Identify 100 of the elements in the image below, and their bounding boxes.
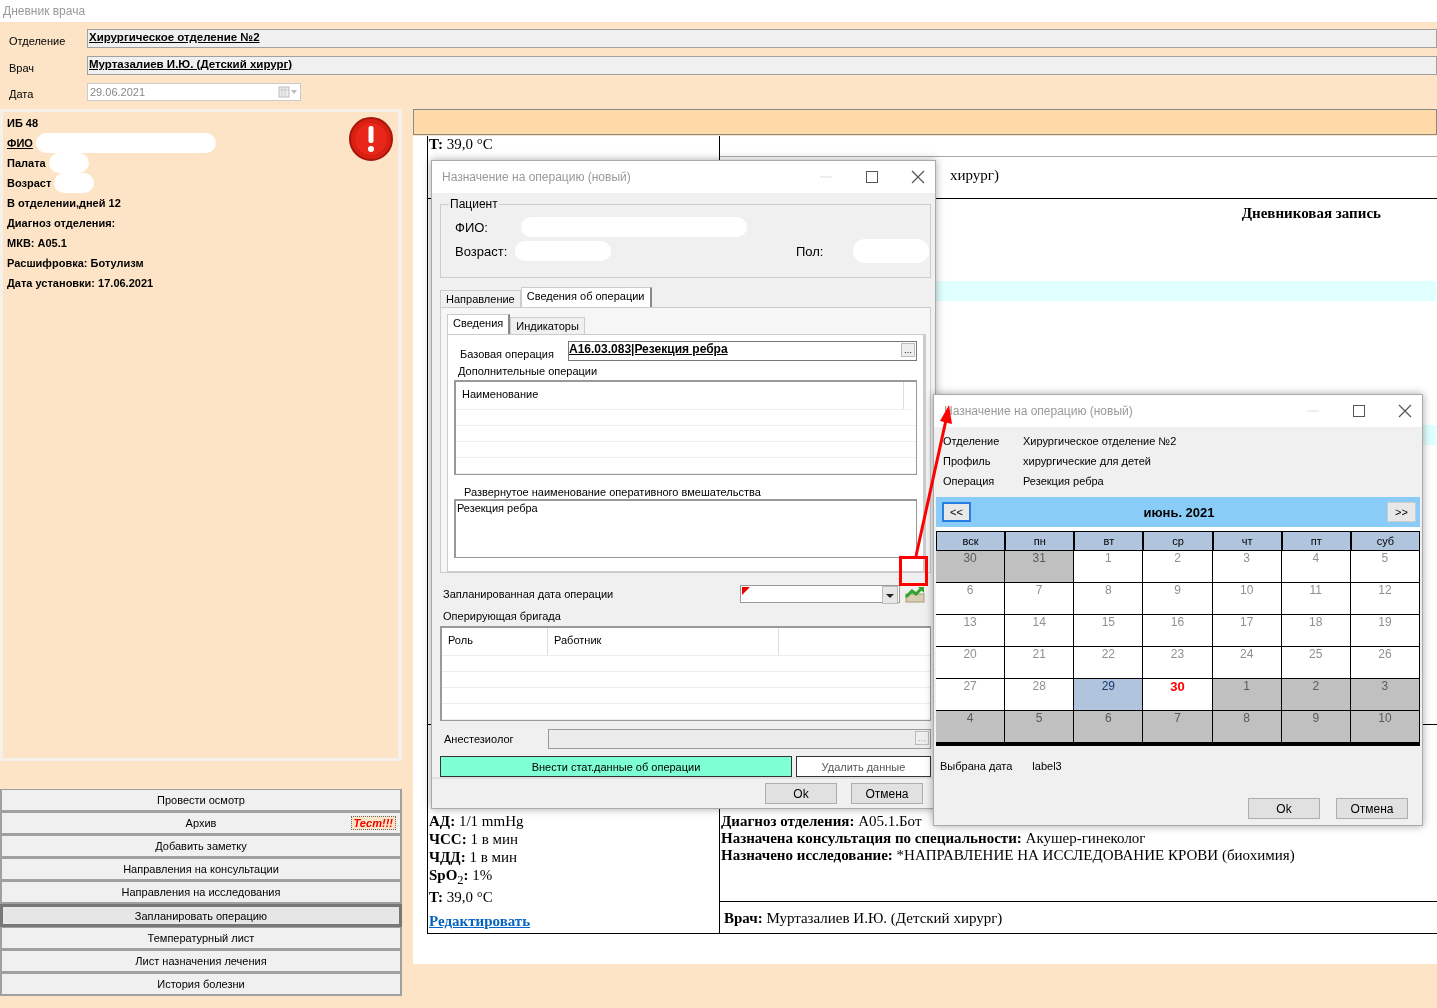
record-text: хирург) [950,167,999,184]
calendar-day[interactable]: 5 [1350,551,1420,583]
date-dropdown[interactable] [740,585,900,603]
field-label: Отделение [943,435,1001,447]
calendar-day[interactable]: 6 [936,583,1006,615]
calendar-day[interactable]: 8 [1212,711,1282,743]
calendar-day[interactable]: 1 [1074,551,1144,583]
next-month-button[interactable]: >> [1387,502,1416,522]
month-title: июнь. 2021 [1143,504,1215,520]
calendar-day[interactable]: 7 [1143,711,1213,743]
stat-data-button[interactable]: Внести стат.данные об операции [440,756,792,777]
anesthesiologist-field[interactable] [548,729,931,749]
calendar-day[interactable]: 2 [1281,679,1351,711]
calendar-day[interactable]: 5 [1005,711,1075,743]
calendar-day[interactable]: 20 [936,647,1006,679]
calendar-day[interactable]: 29 [1074,679,1144,711]
calendar-day[interactable]: 30 [936,551,1006,583]
tab[interactable]: Индикаторы [510,317,585,334]
calendar-day[interactable]: 3 [1212,551,1282,583]
record-text: Назначена консультация по специальности: Акушер-гинеколог [721,830,1146,847]
field-label: Возраст: [455,243,509,259]
tab[interactable]: Направление [440,290,521,307]
field-label: Пол: [796,243,825,259]
calendar-day[interactable]: 3 [1350,679,1420,711]
field-label: Дата [9,87,35,100]
action-button[interactable]: История болезни [0,973,402,996]
calendar-day[interactable]: 13 [936,615,1006,647]
tab[interactable]: Сведения [447,314,511,334]
action-button[interactable]: Направления на консультации [0,858,402,881]
dialog-button[interactable]: Ok [1248,798,1320,819]
record-heading: Дневниковая запись [1241,205,1381,222]
action-button[interactable]: Архив Тест!!! [0,812,402,835]
calendar-day[interactable]: 1 [1212,679,1282,711]
previous-month-button[interactable]: << [942,502,971,522]
action-button[interactable]: Лист назначения лечения [0,950,402,973]
calendar-day[interactable]: 21 [1005,647,1075,679]
dialog-button[interactable]: Отмена [851,783,923,804]
column-header: Работник [548,628,779,655]
section-label: Развернутое наименование оперативного вмешательства [464,486,762,498]
highlight-frame [899,556,928,586]
maximize-icon [865,170,879,184]
calendar-day[interactable]: 15 [1074,615,1144,647]
vital-sign: T: 39,0 °C [429,136,494,153]
weekday-header: пн [1005,531,1075,551]
calendar-day[interactable]: 4 [936,711,1006,743]
operation-field[interactable]: A16.03.083|Резекция ребра [568,341,917,361]
weekday-header: пт [1281,531,1351,551]
calendar-day[interactable]: 31 [1005,551,1075,583]
calendar-day[interactable]: 11 [1281,583,1351,615]
action-button[interactable]: Температурный лист [0,927,402,950]
calendar-day[interactable]: 18 [1281,615,1351,647]
calendar-day[interactable]: 8 [1074,583,1144,615]
patient-info: Возраст [7,176,52,189]
calendar-day[interactable]: 7 [1005,583,1075,615]
column-header: Наименование [456,382,904,409]
calendar-day[interactable]: 16 [1143,615,1213,647]
field-value: Хирургическое отделение №2 [1023,435,1178,447]
delete-button[interactable]: Удалить данные [796,756,931,777]
calendar-day[interactable]: 4 [1281,551,1351,583]
patient-info: Расшифровка: Ботулизм [7,256,144,269]
action-button[interactable]: Добавить заметку [0,835,402,858]
weekday-header: вск [936,531,1006,551]
vital-sign: АД: 1/1 mmHg [429,813,524,830]
record-text: Диагноз отделения: A05.1.Бот [721,813,922,830]
calendar-day[interactable]: 10 [1350,711,1420,743]
column-header: Роль [442,628,548,655]
calendar-day[interactable]: 2 [1143,551,1213,583]
calendar-day[interactable]: 6 [1074,711,1144,743]
vital-sign: ЧСС: 1 в мин [429,831,519,848]
edit-link[interactable]: Редактировать [429,913,531,930]
text-area[interactable]: Резекция ребра [454,499,917,558]
calendar-day[interactable]: 17 [1212,615,1282,647]
calendar-day[interactable]: 10 [1212,583,1282,615]
calendar-day[interactable]: 14 [1005,615,1075,647]
action-button[interactable]: Направления на исследования [0,881,402,904]
calendar-day[interactable]: 9 [1281,711,1351,743]
dialog-button[interactable]: Отмена [1336,798,1408,819]
field-label: Отделение [9,33,67,47]
calendar-day[interactable]: 9 [1143,583,1213,615]
calendar-day[interactable]: 23 [1143,647,1213,679]
patient-info: МКВ: A05.1 [7,236,67,249]
field-label: Операция [943,475,996,487]
field-label: Выбрана дата [940,760,1013,772]
action-button[interactable]: Запланировать операцию [0,904,402,927]
dialog-button[interactable]: Ok [765,783,837,804]
maximize-icon [1352,404,1366,418]
field-label: Запланированная дата операции [442,588,615,600]
tab[interactable]: Сведения об операции [520,287,652,307]
vital-sign: ЧДД: 1 в мин [429,849,518,866]
calendar-day[interactable]: 12 [1350,583,1420,615]
field-label: ФИО: [455,219,489,235]
test-badge: Тест!!! [350,816,396,830]
action-button[interactable]: Провести осмотр [0,789,402,812]
patient-link[interactable]: ФИО [7,136,33,149]
dialog-title: Назначение на операцию (новый) [442,170,631,184]
field-label: Врач [9,60,36,74]
field-value: Резекция ребра [1023,475,1105,487]
field-value: хирургические для детей [1023,455,1152,467]
calendar-day[interactable]: 19 [1350,615,1420,647]
weekday-header: ср [1143,531,1213,551]
